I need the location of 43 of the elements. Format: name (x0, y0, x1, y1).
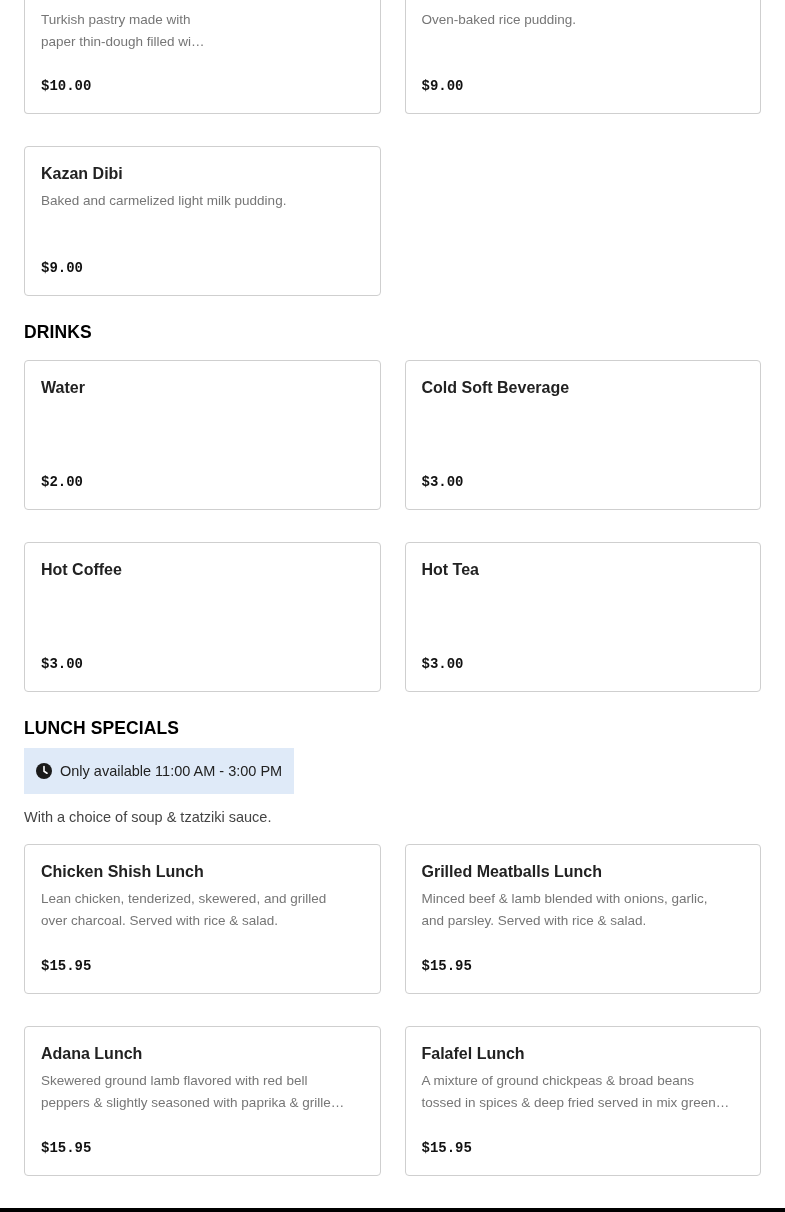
menu-item-card[interactable]: Adana Lunch Skewered ground lamb flavored with red bell peppers & slightly seasoned with paprika & grille… $15.95 (24, 1026, 381, 1176)
section-description: With a choice of soup & tzatziki sauce. (24, 808, 273, 827)
menu-item-card[interactable]: Oven-baked rice pudding. $9.00 (404, 0, 761, 114)
item-price: $10.00 (41, 77, 92, 96)
menu-item-card[interactable]: Falafel Lunch A mixture of ground chickpeas & broad beans tossed in spices & deep fried served in mix green… $15.95 (404, 1026, 761, 1176)
item-name: Water (41, 378, 85, 398)
menu-item-card[interactable]: Hot Tea $3.00 (404, 542, 761, 692)
item-name: Hot Coffee (41, 560, 122, 580)
item-price: $15.95 (421, 957, 472, 976)
item-name: Hot Tea (421, 560, 479, 580)
menu-item-card[interactable]: Water $2.00 (24, 360, 381, 510)
item-description: A mixture of ground chickpeas & broad beans tossed in spices & deep fried served in mix green… (421, 1072, 730, 1112)
item-description: Turkish pastry made with paper thin-dough filled wi… (41, 11, 205, 51)
menu-item-card[interactable]: Cold Soft Beverage $3.00 (404, 360, 761, 510)
item-price: $3.00 (41, 655, 83, 674)
item-description: Oven-baked rice pudding. (421, 11, 577, 29)
item-description: Skewered ground lamb flavored with red bell peppers & slightly seasoned with paprika & grille… (41, 1072, 345, 1112)
menu-item-card[interactable]: Hot Coffee $3.00 (24, 542, 381, 692)
menu-item-card[interactable]: Kazan Dibi Baked and carmelized light milk pudding. $9.00 (24, 146, 381, 296)
item-price: $3.00 (421, 655, 464, 674)
item-name: Chicken Shish Lunch (41, 862, 204, 882)
menu-item-card[interactable]: Turkish pastry made with paper thin-dough filled wi… $10.00 (24, 0, 381, 114)
item-price: $3.00 (421, 473, 464, 492)
section-heading: DRINKS (24, 321, 93, 344)
menu-item-card[interactable]: Chicken Shish Lunch Lean chicken, tenderized, skewered, and grilled over charcoal. Served with rice & salad. $15.95 (24, 844, 381, 994)
item-name: Grilled Meatballs Lunch (421, 862, 602, 882)
item-price: $9.00 (41, 259, 83, 278)
item-price: $9.00 (421, 77, 464, 96)
item-price: $15.95 (421, 1139, 472, 1158)
item-name: Kazan Dibi (41, 164, 123, 184)
item-price: $15.95 (41, 1139, 92, 1158)
clock-icon (36, 763, 52, 779)
item-name: Adana Lunch (41, 1044, 143, 1064)
item-price: $15.95 (41, 957, 92, 976)
item-description: Baked and carmelized light milk pudding. (41, 192, 287, 210)
item-description: Minced beef & lamb blended with onions, garlic, and parsley. Served with rice & salad. (421, 890, 708, 930)
item-description: Lean chicken, tenderized, skewered, and grilled over charcoal. Served with rice & salad. (41, 890, 327, 930)
item-name: Falafel Lunch (421, 1044, 525, 1064)
menu-item-card[interactable]: Grilled Meatballs Lunch Minced beef & lamb blended with onions, garlic, and parsley. Served with rice & salad. $15.95 (404, 844, 761, 994)
item-price: $2.00 (41, 473, 83, 492)
section-heading: LUNCH SPECIALS (24, 717, 181, 740)
availability-text: Only available 11:00 AM - 3:00 PM (60, 762, 283, 781)
item-name: Cold Soft Beverage (421, 378, 570, 398)
